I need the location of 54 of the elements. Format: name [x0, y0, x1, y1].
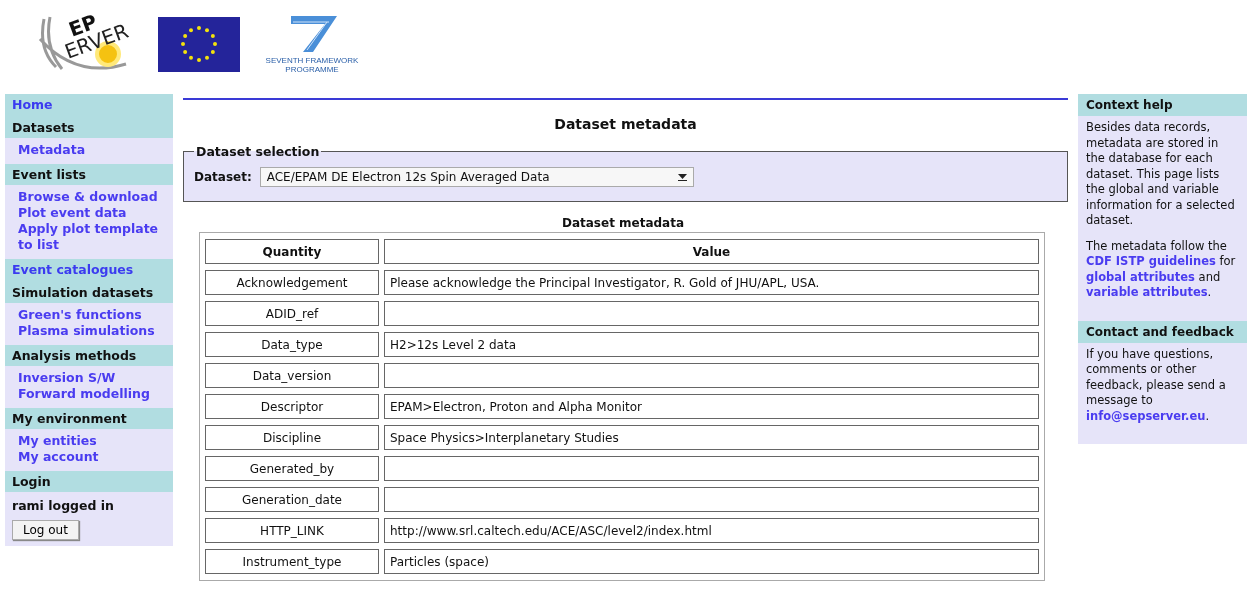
help-heading: Context help	[1078, 94, 1247, 116]
sidebar-item[interactable]: Green's functions	[18, 307, 142, 323]
table-cell: H2>12s Level 2 data	[384, 332, 1039, 357]
page-title: Dataset metadata	[553, 116, 698, 132]
logout-button[interactable]: Log out	[12, 520, 79, 540]
sidebar-item[interactable]: Inversion S/W	[18, 370, 116, 386]
fp7-logo: SEVENTH FRAMEWORK PROGRAMME	[262, 14, 362, 74]
table-cell: Discipline	[205, 425, 379, 450]
table-cell: Space Physics>Interplanetary Studies	[384, 425, 1039, 450]
help-link[interactable]: variable attributes	[1086, 285, 1208, 299]
sidebar-heading: Analysis methods	[12, 348, 138, 363]
login-status: rami logged in	[12, 498, 114, 514]
column-header: Quantity	[205, 239, 379, 264]
dataset-dropdown[interactable]: ACE/EPAM DE Electron 12s Spin Averaged Data	[259, 167, 694, 187]
dropdown-arrow-icon	[677, 173, 687, 181]
help-text: If you have questions, comments or other feedback, please send a message to info@sepserver.eu.	[1086, 346, 1227, 424]
sidebar-link[interactable]: Event catalogues	[12, 262, 166, 277]
table-cell: Generated_by	[205, 456, 379, 481]
sidebar-item[interactable]: Browse & download	[18, 189, 158, 205]
table-cell: http://www.srl.caltech.edu/ACE/ASC/level2/index.html	[384, 518, 1039, 543]
sidebar-item[interactable]: Metadata	[18, 142, 86, 158]
table-cell: Generation_date	[205, 487, 379, 512]
table-cell: Please acknowledge the Principal Investigator, R. Gold of JHU/APL, USA.	[384, 270, 1039, 295]
table-cell: Acknowledgement	[205, 270, 379, 295]
field-label: Dataset:	[194, 170, 252, 184]
table-cell: ADID_ref	[205, 301, 379, 326]
table-cell: Descriptor	[205, 394, 379, 419]
sidebar-heading: My environment	[12, 411, 128, 426]
sidebar-item[interactable]: My entities	[18, 433, 97, 449]
table-cell: Particles (space)	[384, 549, 1039, 574]
table-cell: Data_type	[205, 332, 379, 357]
table-cell: EPAM>Electron, Proton and Alpha Monitor	[384, 394, 1039, 419]
sidebar-item[interactable]: Apply plot template to list	[18, 221, 167, 253]
sidebar-heading: Event lists	[12, 167, 87, 182]
column-header: Value	[384, 239, 1039, 264]
help-link[interactable]: global attributes	[1086, 269, 1195, 284]
sidebar-link[interactable]: Home	[12, 97, 166, 112]
sidebar-item[interactable]: My account	[18, 449, 99, 465]
sidebar-item[interactable]: Forward modelling	[18, 386, 150, 402]
panel-legend: Dataset selection	[194, 144, 322, 159]
sidebar-item[interactable]: Plasma simulations	[18, 323, 155, 339]
table-cell: Data_version	[205, 363, 379, 388]
sidebar-item[interactable]: Plot event data	[18, 205, 127, 221]
help-text: The metadata follow the CDF ISTP guidelines for global attributes and variable attributes.	[1086, 238, 1237, 301]
sidebar-heading: Login	[12, 474, 52, 489]
help-text: Besides data records, metadata are stored in the database for each dataset. This page lists the global and variable information for a selected dataset.	[1086, 120, 1236, 229]
table-caption: Dataset metadata	[560, 216, 686, 230]
help-heading: Contact and feedback	[1078, 320, 1247, 343]
sidebar-heading: Simulation datasets	[12, 285, 155, 300]
help-link[interactable]: CDF ISTP guidelines	[1086, 254, 1216, 268]
sepserver-logo: EP ERVER	[36, 9, 136, 79]
table-cell: Instrument_type	[205, 549, 379, 574]
table-cell: HTTP_LINK	[205, 518, 379, 543]
sidebar-heading: Datasets	[12, 120, 76, 135]
